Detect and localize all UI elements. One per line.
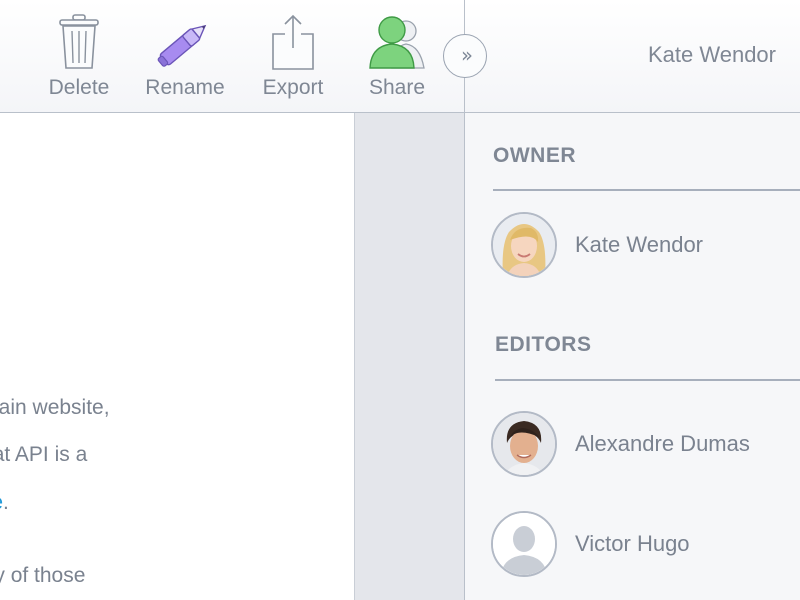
avatar	[491, 411, 557, 477]
document-title: ion	[0, 185, 184, 250]
editors-divider	[495, 379, 800, 381]
double-chevron-right-icon: ››	[461, 43, 473, 67]
paragraph-line: our main website,	[0, 396, 110, 419]
man-avatar-icon	[493, 413, 555, 475]
delete-label: Delete	[48, 76, 110, 99]
app-window: Delete Rename Export Share ›› in website…	[0, 0, 800, 600]
document-gutter	[355, 113, 465, 600]
export-icon	[272, 14, 314, 70]
sharing-panel: OWNER Kate Wendor EDITORS Alexandre Duma…	[465, 113, 800, 600]
editor-item[interactable]: Alexandre Dumas	[487, 411, 797, 481]
editor-item[interactable]: Victor Hugo	[487, 511, 797, 581]
editor-name: Alexandre Dumas	[575, 431, 750, 456]
owner-item[interactable]: Kate Wendor	[487, 212, 797, 282]
panel-header: Kate Wendor	[465, 0, 800, 113]
owner-divider	[493, 189, 800, 191]
share-users-icon	[369, 16, 425, 69]
rename-button[interactable]: Rename	[138, 10, 232, 105]
paragraph-line: ehind that API is a	[0, 443, 88, 466]
delete-button[interactable]: Delete	[38, 10, 120, 105]
toolbar: Delete Rename Export Share	[0, 0, 465, 113]
editor-name: Victor Hugo	[575, 531, 690, 556]
expand-panel-button[interactable]: ››	[443, 34, 487, 78]
avatar	[491, 212, 557, 278]
paragraph-punctuation: .	[3, 491, 9, 514]
woman-avatar-icon	[493, 214, 555, 276]
paragraph-line: chitecture.	[0, 491, 9, 515]
share-button[interactable]: Share	[360, 10, 434, 105]
pen-icon	[157, 24, 207, 67]
editors-section-title: EDITORS	[495, 333, 592, 356]
owner-section-title: OWNER	[493, 144, 576, 167]
user-placeholder-icon	[493, 513, 555, 575]
document-page: ion our main website, ehind that API is …	[0, 113, 355, 600]
export-button[interactable]: Export	[252, 10, 334, 105]
export-label: Export	[262, 76, 324, 99]
owner-name: Kate Wendor	[575, 232, 704, 257]
paragraph-line: d many of those	[0, 564, 86, 587]
share-label: Share	[368, 76, 426, 99]
trash-icon	[59, 14, 99, 69]
current-user-name[interactable]: Kate Wendor	[648, 42, 776, 68]
avatar	[491, 511, 557, 577]
rename-label: Rename	[145, 76, 225, 99]
